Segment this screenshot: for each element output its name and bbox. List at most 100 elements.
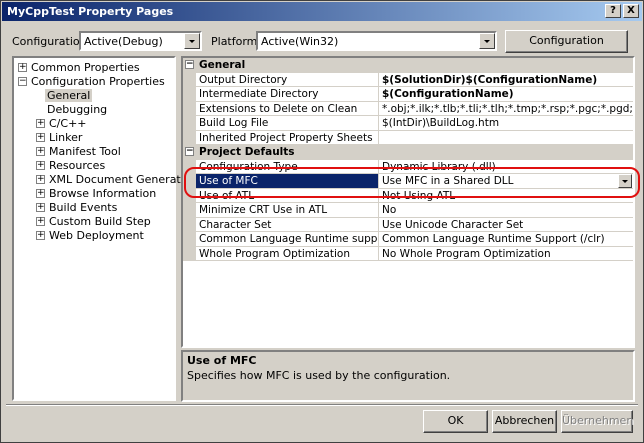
property-value[interactable]: Use Unicode Character Set (379, 218, 633, 232)
expand-icon[interactable]: + (36, 119, 45, 128)
tree-item-label: Debugging (47, 103, 108, 116)
property-value[interactable]: $(IntDir)\BuildLog.htm (379, 116, 633, 131)
row-gutter (183, 188, 196, 203)
category-title: General (199, 59, 246, 71)
description-title: Use of MFC (187, 354, 257, 367)
property-row-whole-program-optimization[interactable]: Whole Program Optimization No Whole Prog… (183, 246, 633, 261)
collapse-icon[interactable]: − (185, 147, 194, 156)
footer-divider (6, 404, 638, 406)
row-gutter (183, 203, 196, 218)
ok-button[interactable]: OK (423, 410, 488, 433)
property-value[interactable]: *.obj;*.ilk;*.tlb;*.tli;*.tlh;*.tmp;*.rs… (379, 102, 633, 116)
cancel-button[interactable]: Abbrechen (492, 410, 557, 433)
property-value[interactable]: No (379, 203, 633, 218)
close-button[interactable]: X (623, 4, 639, 18)
property-name: Use of MFC (196, 174, 379, 189)
row-gutter (183, 246, 196, 261)
property-name: Whole Program Optimization (196, 246, 379, 261)
property-name: Intermediate Directory (196, 87, 379, 102)
property-name: Configuration Type (196, 159, 379, 174)
property-row-character-set[interactable]: Character Set Use Unicode Character Set (183, 217, 633, 232)
category-title: Project Defaults (199, 146, 295, 158)
property-value[interactable]: $(ConfigurationName) (379, 87, 633, 102)
property-value[interactable]: $(SolutionDir)$(ConfigurationName) (379, 73, 633, 87)
apply-label: Übernehmen (562, 414, 634, 427)
collapse-icon[interactable]: − (18, 77, 27, 86)
row-gutter (183, 217, 196, 232)
close-icon: X (627, 5, 635, 16)
tree-item-label: XML Document Generator (49, 173, 192, 186)
help-button[interactable]: ? (605, 4, 621, 18)
tree-item-label: Build Events (49, 201, 118, 214)
tree-item-label: Browse Information (49, 187, 157, 200)
property-name: Inherited Project Property Sheets (196, 130, 379, 145)
property-row-output-directory[interactable]: Output Directory $(SolutionDir)$(Configu… (183, 72, 633, 87)
configuration-select[interactable]: Active(Debug) (79, 31, 202, 51)
row-gutter (183, 174, 196, 189)
description-text: Specifies how MFC is used by the configu… (187, 369, 451, 382)
property-value[interactable]: Common Language Runtime Support (/clr) (379, 232, 633, 247)
row-gutter (183, 130, 196, 145)
property-name: Character Set (196, 217, 379, 232)
expand-icon[interactable]: + (36, 231, 45, 240)
category-general[interactable]: − General (183, 58, 633, 73)
property-row-build-log-file[interactable]: Build Log File $(IntDir)\BuildLog.htm (183, 116, 633, 131)
property-name: Extensions to Delete on Clean (196, 101, 379, 116)
collapse-icon[interactable]: − (185, 60, 194, 69)
platform-label: Platform: (211, 35, 262, 48)
cancel-label: Abbrechen (494, 414, 555, 427)
platform-value: Active(Win32) (261, 35, 339, 48)
expand-icon[interactable]: + (36, 175, 45, 184)
property-name: Output Directory (196, 72, 379, 87)
property-value[interactable]: Use MFC in a Shared DLL (379, 174, 633, 189)
chevron-down-icon[interactable] (479, 33, 495, 49)
help-icon: ? (610, 5, 616, 16)
window-title: MyCppTest Property Pages (7, 5, 174, 18)
property-grid[interactable]: − General Output Directory $(SolutionDir… (181, 56, 635, 348)
row-gutter (183, 159, 196, 174)
row-gutter (183, 72, 196, 87)
property-row-inherited-sheets[interactable]: Inherited Project Property Sheets (183, 130, 633, 145)
property-row-minimize-crt[interactable]: Minimize CRT Use in ATL No (183, 203, 633, 218)
property-row-use-of-atl[interactable]: Use of ATL Not Using ATL (183, 188, 633, 203)
tree-item-label: Manifest Tool (49, 145, 121, 158)
tree-item-debugging[interactable]: Debugging (47, 103, 107, 117)
expand-icon[interactable]: + (36, 147, 45, 156)
property-row-clr-support[interactable]: Common Language Runtime support Common L… (183, 232, 633, 247)
row-gutter (183, 232, 196, 247)
expand-icon[interactable]: + (36, 189, 45, 198)
apply-button[interactable]: Übernehmen (561, 410, 633, 433)
property-row-extensions-to-delete[interactable]: Extensions to Delete on Clean *.obj;*.il… (183, 101, 633, 116)
expand-icon[interactable]: + (18, 63, 27, 72)
property-value[interactable] (379, 131, 633, 145)
row-gutter (183, 101, 196, 116)
title-bar: MyCppTest Property Pages (2, 2, 642, 21)
property-tree[interactable]: + Common Properties − Configuration Prop… (12, 56, 192, 401)
configuration-manager-button[interactable]: Configuration Manager... (505, 30, 628, 67)
chevron-down-icon[interactable] (618, 174, 632, 188)
row-gutter (183, 87, 196, 102)
property-value[interactable]: Not Using ATL (379, 189, 633, 203)
tree-item-label: Custom Build Step (49, 215, 151, 228)
tree-item-label: General (45, 89, 93, 102)
chevron-down-icon[interactable] (184, 33, 200, 49)
property-name: Common Language Runtime support (196, 232, 379, 247)
property-value[interactable]: No Whole Program Optimization (379, 247, 633, 261)
platform-select[interactable]: Active(Win32) (256, 31, 497, 51)
tree-item-general[interactable]: General (45, 89, 93, 103)
expand-icon[interactable]: + (36, 133, 45, 142)
expand-icon[interactable]: + (36, 217, 45, 226)
description-panel: Use of MFC Specifies how MFC is used by … (181, 350, 635, 402)
expand-icon[interactable]: + (36, 203, 45, 212)
property-row-use-of-mfc[interactable]: Use of MFC Use MFC in a Shared DLL (183, 174, 633, 189)
tree-item-label: Linker (49, 131, 83, 144)
property-row-intermediate-directory[interactable]: Intermediate Directory $(ConfigurationNa… (183, 87, 633, 102)
category-project-defaults[interactable]: − Project Defaults (183, 145, 633, 160)
tree-item-label: Common Properties (31, 61, 140, 74)
property-name: Use of ATL (196, 188, 379, 203)
property-row-configuration-type[interactable]: Configuration Type Dynamic Library (.dll… (183, 159, 633, 174)
tree-item-label: C/C++ (49, 117, 87, 130)
expand-icon[interactable]: + (36, 161, 45, 170)
property-value[interactable]: Dynamic Library (.dll) (379, 160, 633, 174)
tree-item-label: Resources (49, 159, 106, 172)
